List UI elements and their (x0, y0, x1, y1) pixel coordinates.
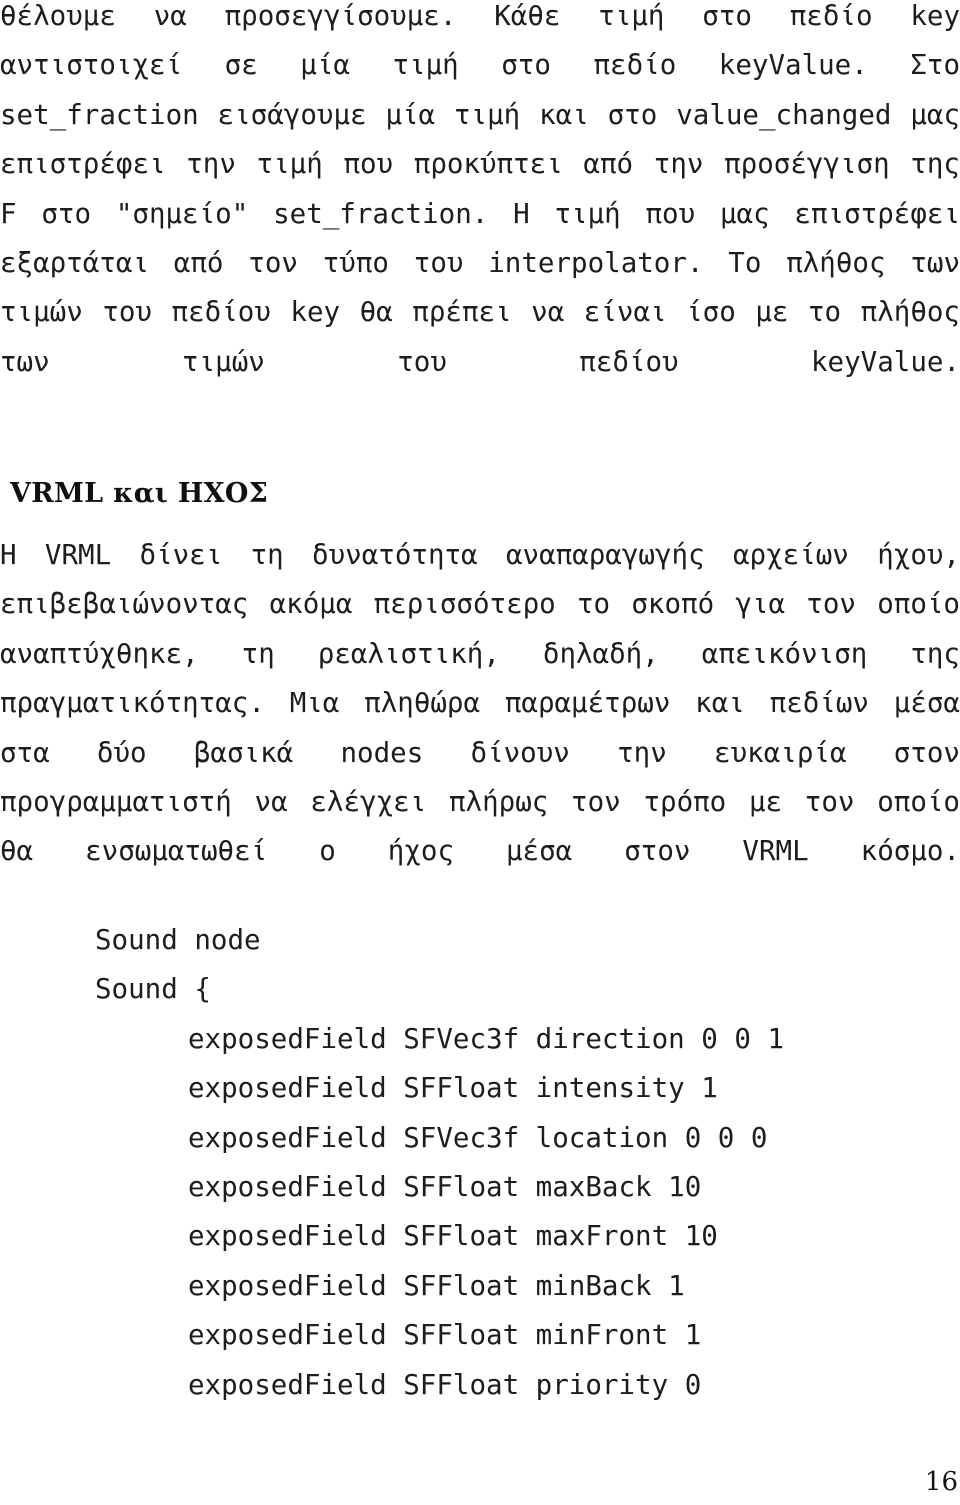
code-line: exposedField SFFloat minFront 1 (188, 1319, 702, 1352)
page-number: 16 (924, 1467, 958, 1497)
code-line: Sound { (95, 973, 211, 1006)
code-line: exposedField SFFloat minBack 1 (188, 1269, 685, 1302)
code-line: exposedField SFVec3f location 0 0 0 (188, 1121, 768, 1154)
paragraph-intro-block: θέλουμε να προσεγγίσουμε. Κάθε τιμή στο … (0, 0, 960, 387)
paragraph-sound-intro: Η VRML δίνει τη δυνατότητα αναπαραγωγής … (0, 539, 960, 868)
code-line: exposedField SFFloat maxFront 10 (188, 1220, 718, 1253)
code-line: exposedField SFFloat intensity 1 (188, 1072, 718, 1105)
paragraph-intro: θέλουμε να προσεγγίσουμε. Κάθε τιμή στο … (0, 0, 960, 378)
code-listing: Sound node Sound { exposedField SFVec3f di… (0, 916, 960, 1410)
code-line: exposedField SFFloat maxBack 10 (188, 1171, 702, 1204)
section-heading-vrml-kai-ixos: VRML και ΗΧΟΣ (10, 478, 269, 509)
code-line: exposedField SFFloat priority 0 (188, 1368, 702, 1401)
paragraph-sound-intro-block: Η VRML δίνει τη δυνατότητα αναπαραγωγής … (0, 531, 960, 877)
document-page: θέλουμε να προσεγγίσουμε. Κάθε τιμή στο … (0, 0, 960, 1505)
code-line: Sound node (95, 924, 261, 956)
code-line: exposedField SFVec3f direction 0 0 1 (188, 1022, 785, 1055)
